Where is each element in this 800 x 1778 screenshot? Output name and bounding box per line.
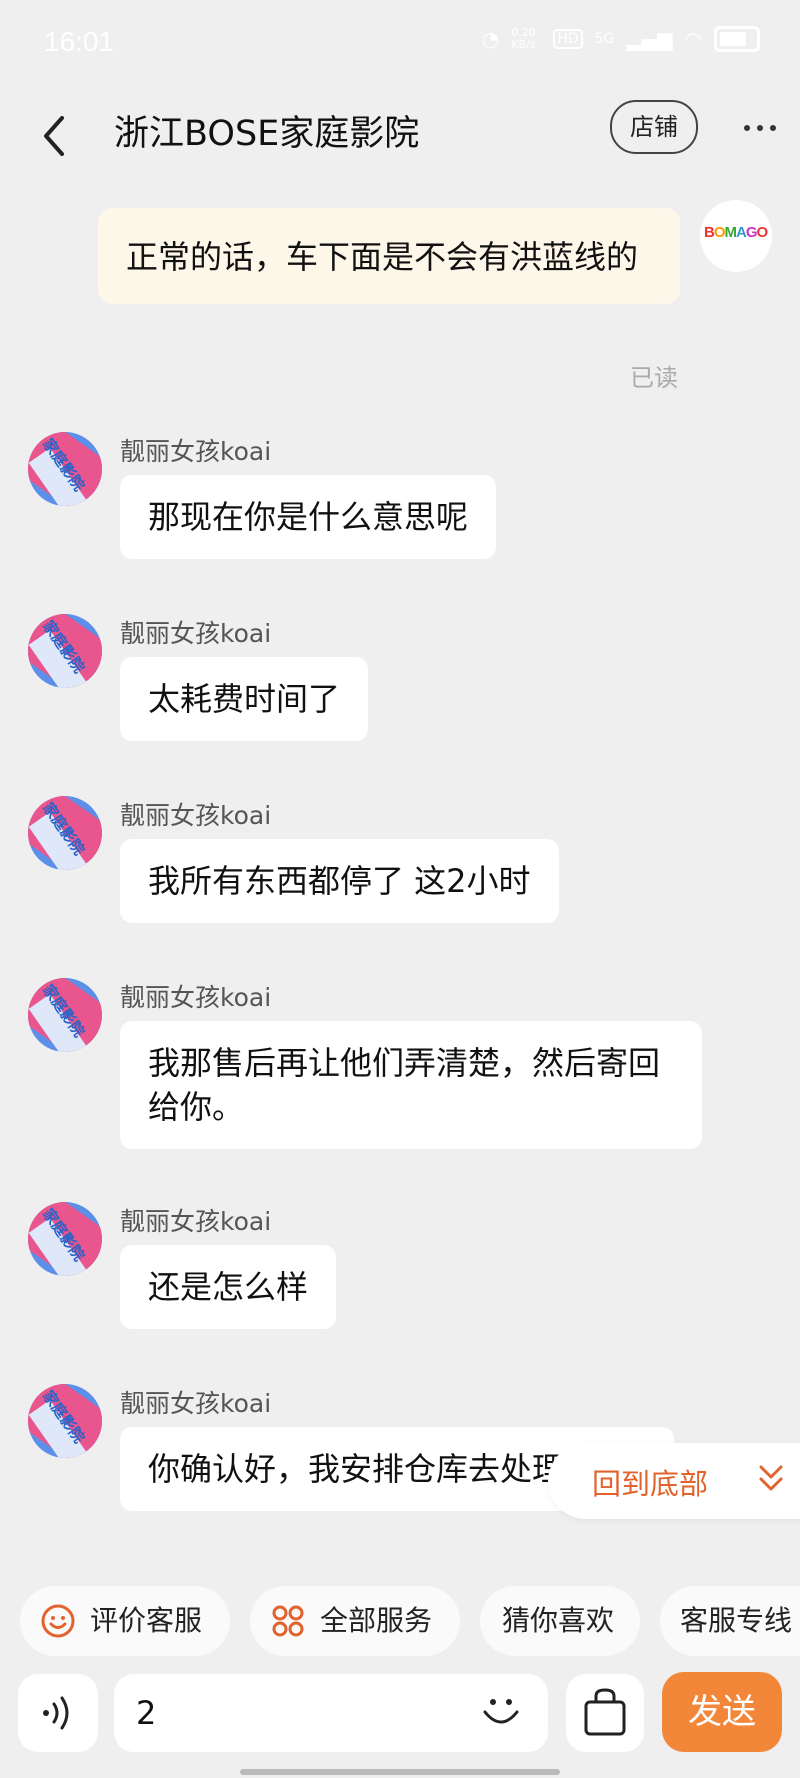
more-options-button[interactable] (740, 106, 780, 146)
voice-icon (43, 1696, 69, 1730)
guess-you-like-label: 猜你喜欢 (502, 1604, 615, 1637)
self-avatar[interactable]: BOMAGO (700, 200, 772, 272)
scroll-to-bottom-button[interactable]: 回到底部 (548, 1443, 800, 1519)
more-dot-icon (744, 125, 750, 131)
sender-name: 靓丽女孩koai (120, 1389, 272, 1418)
all-services-button[interactable]: 全部服务 (250, 1586, 460, 1656)
hd-icon: HD (553, 29, 583, 49)
status-bar: 16:01 ◔ 0.20 KB/s HD 5G ▂▄▆ ◠ (0, 0, 800, 88)
smile-icon (41, 1604, 75, 1638)
grid-icon (272, 1605, 304, 1637)
message-bubble: 我那售后再让他们弄清楚，然后寄回给你。 (120, 1021, 702, 1149)
net-speed: 0.20 KB/s (511, 26, 536, 51)
sender-name: 靓丽女孩koai (120, 619, 272, 648)
status-icons: ◔ 0.20 KB/s HD 5G ▂▄▆ ◠ (482, 26, 760, 52)
avatar-logo: BOMAGO (704, 224, 768, 241)
sender-name: 靓丽女孩koai (120, 437, 272, 466)
sender-name: 靓丽女孩koai (120, 1207, 272, 1236)
page-title: 浙江BOSE家庭影院 (114, 114, 420, 154)
battery-icon (714, 26, 760, 52)
all-services-label: 全部服务 (320, 1604, 433, 1637)
message-bubble: 太耗费时间了 (120, 657, 369, 741)
sender-name: 靓丽女孩koai (120, 801, 272, 830)
message-bubble: 我所有东西都停了 这2小时 (120, 839, 559, 923)
sender-name: 靓丽女孩koai (120, 983, 272, 1012)
avatar[interactable]: 家庭影院 (28, 796, 102, 870)
rate-service-label: 评价客服 (90, 1604, 203, 1637)
emoji-icon (483, 1699, 519, 1724)
avatar[interactable]: 家庭影院 (28, 614, 102, 688)
message-bubble: 还是怎么样 (120, 1245, 337, 1329)
network-icon: 5G (594, 31, 615, 47)
shopping-bag-icon (584, 1688, 626, 1736)
scroll-to-bottom-label: 回到底部 (592, 1467, 709, 1501)
rate-service-button[interactable]: 评价客服 (20, 1586, 230, 1656)
speed-icon: ◔ (481, 27, 500, 51)
chat-header: 浙江BOSE家庭影院 店铺 (0, 88, 800, 192)
shop-button[interactable]: 店铺 (610, 100, 698, 154)
back-button[interactable] (36, 108, 76, 164)
status-time: 16:01 (44, 26, 115, 57)
service-hotline-button[interactable]: 客服专线 (660, 1586, 800, 1656)
wifi-icon: ◠ (684, 27, 702, 51)
voice-button[interactable] (18, 1674, 98, 1752)
double-chevron-down-icon (759, 1465, 783, 1491)
avatar[interactable]: 家庭影院 (28, 1384, 102, 1458)
avatar[interactable]: 家庭影院 (28, 978, 102, 1052)
quick-actions: 评价客服 全部服务 猜你喜欢 客服专线 (0, 1586, 800, 1658)
avatar[interactable]: 家庭影院 (28, 432, 102, 506)
read-status: 已读 (630, 364, 678, 392)
message-bubble: 那现在你是什么意思呢 (120, 475, 497, 559)
self-message-bubble: 正常的话，车下面是不会有洪蓝线的 (98, 208, 680, 304)
chevron-left-icon (44, 116, 64, 156)
input-bar: 2 发送 (0, 1670, 800, 1760)
avatar[interactable]: 家庭影院 (28, 1202, 102, 1276)
guess-you-like-button[interactable]: 猜你喜欢 (480, 1586, 640, 1656)
more-dot-icon (770, 125, 776, 131)
more-dot-icon (757, 125, 763, 131)
shopping-bag-button[interactable] (566, 1674, 644, 1752)
chat-area[interactable]: 正常的话，车下面是不会有洪蓝线的 BOMAGO 已读 家庭影院 靓丽女孩koai… (0, 192, 800, 1572)
signal-icon: ▂▄▆ (626, 27, 673, 51)
send-button[interactable]: 发送 (662, 1672, 782, 1752)
service-hotline-label: 客服专线 (680, 1604, 793, 1637)
emoji-button[interactable] (478, 1688, 524, 1734)
home-indicator[interactable] (240, 1769, 560, 1775)
